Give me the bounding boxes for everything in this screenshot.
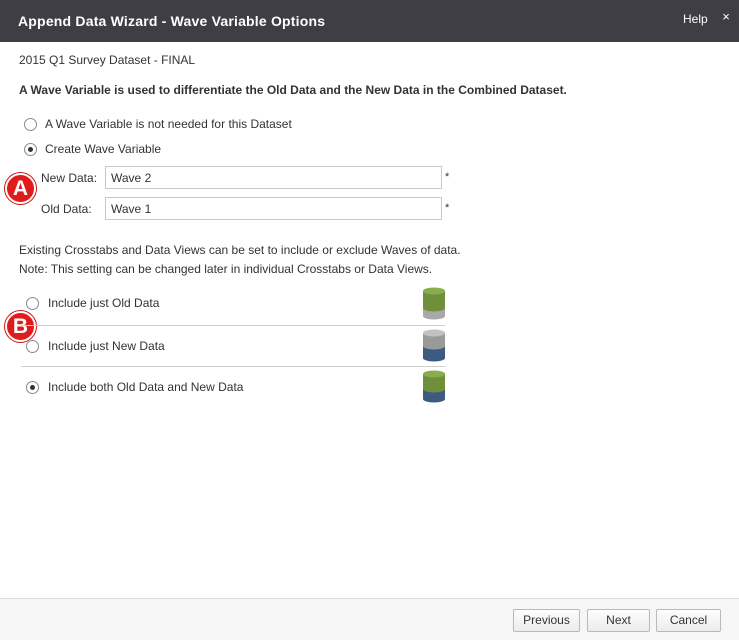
option-divider [21, 366, 445, 367]
dataset-name: 2015 Q1 Survey Dataset - FINAL [19, 53, 196, 67]
database-new-data-icon [423, 329, 445, 362]
wave-option-none-label[interactable]: A Wave Variable is not needed for this D… [45, 117, 292, 131]
database-both-data-icon [423, 370, 445, 403]
include-waves-note: Existing Crosstabs and Data Views can be… [19, 243, 461, 257]
annotation-badge-a: A [5, 173, 36, 204]
include-old-data-label[interactable]: Include just Old Data [48, 296, 159, 310]
title-bar: Append Data Wizard - Wave Variable Optio… [0, 0, 739, 42]
annotation-badge-b: B [5, 311, 36, 342]
previous-button[interactable]: Previous [513, 609, 580, 632]
old-data-required-mark: * [445, 202, 450, 214]
wave-option-none-radio[interactable] [24, 118, 37, 131]
include-new-data-radio[interactable] [26, 340, 39, 353]
database-old-data-icon [423, 287, 445, 320]
old-data-field[interactable] [105, 197, 442, 220]
new-data-label: New Data: [41, 171, 98, 185]
setting-change-note: Note: This setting can be changed later … [19, 262, 433, 276]
include-old-data-radio[interactable] [26, 297, 39, 310]
wave-variable-description: A Wave Variable is used to differentiate… [19, 83, 567, 97]
option-divider [21, 325, 445, 326]
new-data-field[interactable] [105, 166, 442, 189]
include-both-data-label[interactable]: Include both Old Data and New Data [48, 380, 243, 394]
include-both-data-radio[interactable] [26, 381, 39, 394]
help-link[interactable]: Help [683, 12, 708, 26]
close-icon[interactable]: × [720, 10, 732, 24]
wave-option-create-radio[interactable] [24, 143, 37, 156]
include-new-data-label[interactable]: Include just New Data [48, 339, 165, 353]
window-title: Append Data Wizard - Wave Variable Optio… [18, 13, 326, 29]
cancel-button[interactable]: Cancel [656, 609, 721, 632]
wave-option-create-label[interactable]: Create Wave Variable [45, 142, 161, 156]
next-button[interactable]: Next [587, 609, 650, 632]
old-data-label: Old Data: [41, 202, 92, 216]
wizard-footer: Previous Next Cancel [0, 598, 739, 640]
new-data-required-mark: * [445, 171, 450, 183]
